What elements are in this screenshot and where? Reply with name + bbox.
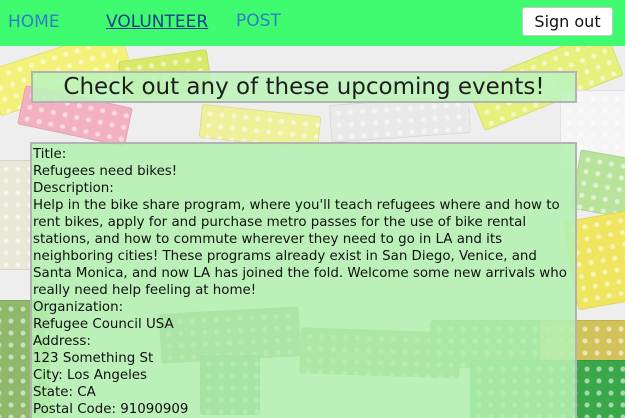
event-city: City: Los Angeles <box>33 368 148 383</box>
heading-panel: Check out any of these upcoming events! <box>31 71 577 103</box>
event-address-label: Address: <box>33 334 91 349</box>
sign-out-button[interactable]: Sign out <box>522 7 613 36</box>
page-title: Check out any of these upcoming events! <box>63 74 545 100</box>
nav-post-link[interactable]: POST <box>236 11 281 31</box>
event-address: 123 Something St <box>33 351 154 366</box>
event-card: Title: Refugees need bikes! Description:… <box>30 142 577 418</box>
event-state: State: CA <box>33 385 96 400</box>
event-postal-code: Postal Code: 91090909 <box>33 402 189 417</box>
nav-volunteer-link[interactable]: VOLUNTEER <box>106 12 208 32</box>
event-description-label: Description: <box>33 181 114 196</box>
event-title: Refugees need bikes! <box>33 164 178 179</box>
event-title-label: Title: <box>33 147 67 162</box>
nav-home-link[interactable]: HOME <box>8 12 60 32</box>
top-navbar: HOME VOLUNTEER POST Sign out <box>0 0 625 46</box>
background-brick <box>570 149 625 221</box>
event-organization: Refugee Council USA <box>33 317 174 332</box>
event-organization-label: Organization: <box>33 300 124 315</box>
event-description: Help in the bike share program, where yo… <box>33 198 567 298</box>
